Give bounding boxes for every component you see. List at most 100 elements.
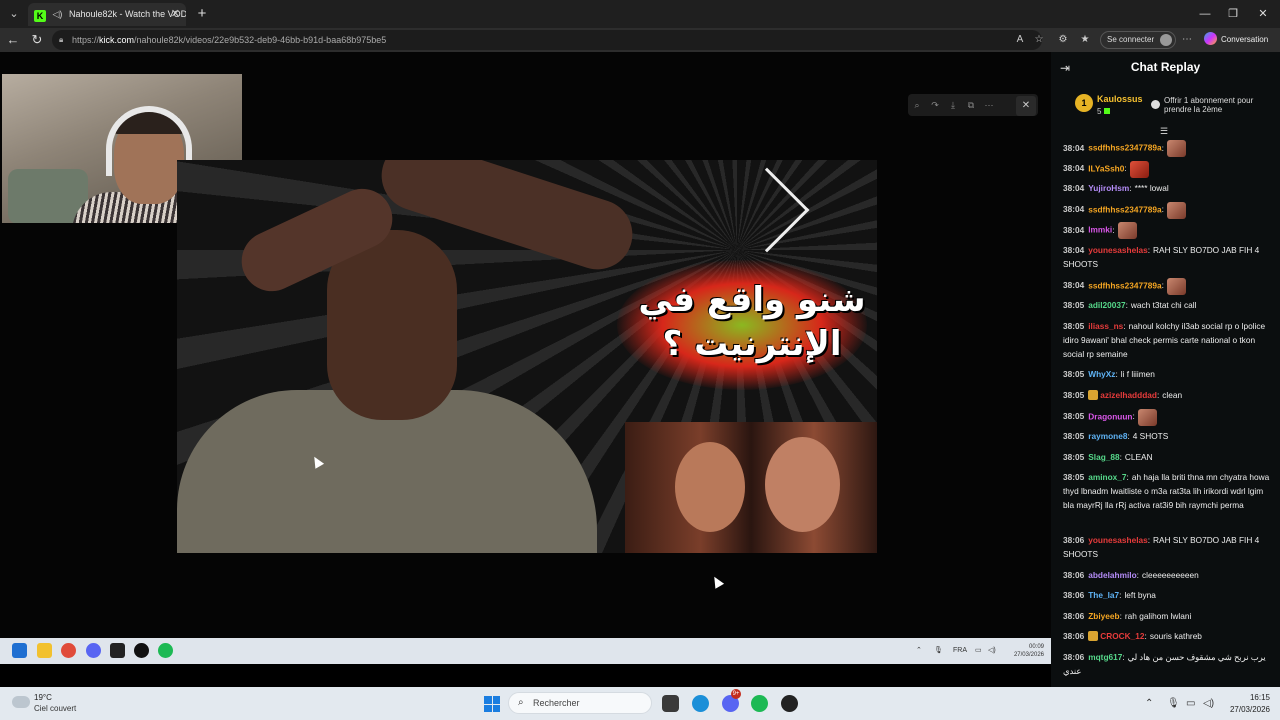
speaker-icon[interactable]: ◁) [53, 9, 63, 19]
restore-icon[interactable]: ❐ [1218, 4, 1248, 24]
chat-message: 38:05 raymone8: 4 SHOTS [1063, 429, 1275, 443]
message-username[interactable]: ssdfhhss2347789a [1088, 143, 1161, 153]
message-username[interactable]: WhyXz [1088, 369, 1115, 379]
tab-actions-menu-icon[interactable]: ⌄ [4, 4, 24, 24]
chat-message: 38:04 ssdfhhss2347789a: [1063, 277, 1275, 295]
message-separator: : [1129, 183, 1132, 194]
chat-message: 38:04 lmmki: [1063, 222, 1275, 240]
message-separator: : [1126, 472, 1129, 483]
message-username[interactable]: Slag_88 [1088, 452, 1119, 462]
read-aloud-icon[interactable]: A [1012, 32, 1028, 48]
minimize-icon[interactable]: — [1190, 4, 1220, 24]
message-username[interactable]: ILYaSsh0 [1088, 163, 1124, 173]
viewer-close-icon: ✕ [1016, 96, 1036, 116]
chat-message: 38:04 ssdfhhss2347789a: [1063, 140, 1275, 157]
message-username[interactable]: lmmki [1088, 225, 1112, 235]
window-close-icon[interactable]: ✕ [1248, 4, 1278, 24]
tray-chevron-icon: ⌃ [916, 647, 922, 654]
favorites-icon[interactable]: ★ [1077, 32, 1093, 48]
clock-date: 27/03/2026 [1229, 705, 1270, 714]
chat-messages: 38:04 ssdfhhss2347789a: 38:04 ILYaSsh0: 38:0… [1051, 140, 1280, 685]
message-username[interactable]: CROCK_12 [1100, 631, 1144, 641]
message-username[interactable]: iliass_ns [1088, 321, 1123, 331]
mic-icon[interactable]: 🎙︎ [1167, 697, 1180, 711]
message-username[interactable]: azizelhadddad [1100, 390, 1157, 400]
message-timestamp: 38:06 [1063, 652, 1085, 662]
subscription-gift-icon [1151, 100, 1160, 109]
spotify-icon[interactable] [751, 695, 768, 712]
back-arrow-icon[interactable]: ← [3, 30, 23, 50]
address-toolbar: ← ↻ 🔒︎ https://kick.com/nahoule82k/video… [0, 28, 1280, 52]
volume-icon[interactable]: ◁) [1203, 697, 1214, 711]
filter-icon[interactable]: ☰ [1158, 126, 1170, 136]
remote-taskbar: ⌃ 🎙︎ FRA ▭ ◁) 00:09 27/03/2026 [0, 638, 1051, 664]
message-separator: : [1147, 535, 1151, 545]
gift-leaderboard[interactable]: 1 Kaulossus 5 Offrir 1 abonnement pour p… [1051, 88, 1280, 124]
message-timestamp: 38:04 [1063, 280, 1085, 291]
message-username[interactable]: YujiroHsm [1088, 183, 1129, 193]
browser-tab-bar: ⌄ K ◁) Nahoule82k - Watch the VOD ✕ + — … [0, 0, 1280, 28]
thumbnail-man [177, 160, 642, 553]
chat-message: 38:06 Zbiyeeb: rah galihom lwlani [1063, 609, 1275, 623]
emote-icon [1137, 408, 1157, 426]
message-timestamp: 38:06 [1063, 535, 1085, 545]
chat-replay-panel: ⇥ Chat Replay 1 Kaulossus 5 Offrir 1 abo… [1051, 52, 1280, 687]
copilot-button[interactable]: Conversation [1204, 32, 1268, 48]
message-timestamp: 38:05 [1063, 390, 1085, 400]
system-clock[interactable]: 16:15 27/03/2026 [1226, 692, 1270, 716]
mouse-cursor-icon [709, 574, 725, 589]
chat-message: 38:04 ssdfhhss2347789a: [1063, 201, 1275, 219]
top-gifter-name: Kaulossus [1097, 94, 1143, 104]
tab-kick-vod[interactable]: K ◁) Nahoule82k - Watch the VOD ✕ [28, 3, 186, 26]
emote-icon [1166, 277, 1186, 295]
url-field[interactable]: 🔒︎ https://kick.com/nahoule82k/videos/22… [52, 30, 1042, 50]
obs-icon[interactable] [781, 695, 798, 712]
message-username[interactable]: The_la7 [1088, 590, 1119, 600]
message-username[interactable]: Dragonuun [1088, 411, 1132, 421]
tab-close-icon[interactable]: ✕ [171, 3, 180, 26]
tray-chevron-icon[interactable]: ⌃ [1145, 697, 1153, 711]
message-separator: : [1124, 163, 1127, 174]
refresh-icon[interactable]: ↻ [27, 30, 47, 50]
start-button[interactable] [484, 696, 500, 712]
message-text: left byna [1124, 590, 1156, 601]
chat-message: 38:05 WhyXz: li f liiimen [1063, 367, 1275, 381]
message-timestamp: 38:05 [1063, 472, 1085, 483]
message-username[interactable]: ssdfhhss2347789a [1088, 204, 1161, 214]
chat-message: 38:05 adil20037: wach t3tat chi call [1063, 298, 1275, 312]
message-username[interactable]: mqtg617 [1088, 652, 1122, 662]
message-username[interactable]: Zbiyeeb [1088, 611, 1119, 621]
clock-time: 16:15 [1249, 693, 1270, 702]
sign-in-label: Se connecter [1107, 35, 1155, 44]
more-menu-icon[interactable]: ⋯ [1179, 32, 1195, 48]
message-username[interactable]: ssdfhhss2347789a [1088, 280, 1161, 290]
message-timestamp: 38:04 [1063, 245, 1085, 255]
kick-favicon-icon: K [34, 10, 46, 22]
message-separator: : [1122, 652, 1125, 662]
message-username[interactable]: younesashelas [1088, 245, 1148, 255]
task-view-icon[interactable] [662, 695, 679, 712]
url-path: /nahoule82k/videos/22e9b532-deb9-46bb-b9… [134, 35, 387, 45]
message-username[interactable]: adil20037 [1088, 300, 1125, 310]
extensions-icon[interactable]: ⚙ [1055, 32, 1071, 48]
message-username[interactable]: raymone8 [1088, 431, 1127, 441]
message-username[interactable]: aminox_7 [1088, 472, 1126, 482]
message-username[interactable]: younesashelas [1088, 535, 1148, 545]
message-separator: : [1119, 590, 1122, 601]
video-player[interactable]: ⌕ ↷ ⤓ ⧉ ⋯ ✕ شنو واقع في الإنترنيت ؟ ⌃ 🎙︎… [0, 52, 1051, 664]
sub-badge-icon [1088, 390, 1099, 400]
chat-message: 38:06 mqtg617: يرب نربح شي مشقوف حسن من ها… [1063, 650, 1275, 678]
message-timestamp: 38:04 [1063, 163, 1085, 174]
windows-start-icon [12, 643, 27, 658]
sign-in-button[interactable]: Se connecter [1100, 31, 1176, 49]
edge-icon[interactable] [692, 695, 709, 712]
network-icon[interactable]: ▭ [1186, 697, 1195, 711]
message-text: souris kathreb [1149, 631, 1202, 642]
message-username[interactable]: abdelahmilo [1088, 570, 1136, 580]
chat-message: 38:05 Dragonuun: [1063, 408, 1275, 426]
search-icon: ⌕ [518, 697, 524, 708]
message-timestamp: 38:06 [1063, 569, 1085, 580]
taskbar-search[interactable]: ⌕ Rechercher [508, 692, 652, 714]
favorite-star-icon[interactable]: ☆ [1031, 32, 1047, 48]
new-tab-icon[interactable]: + [192, 4, 212, 24]
